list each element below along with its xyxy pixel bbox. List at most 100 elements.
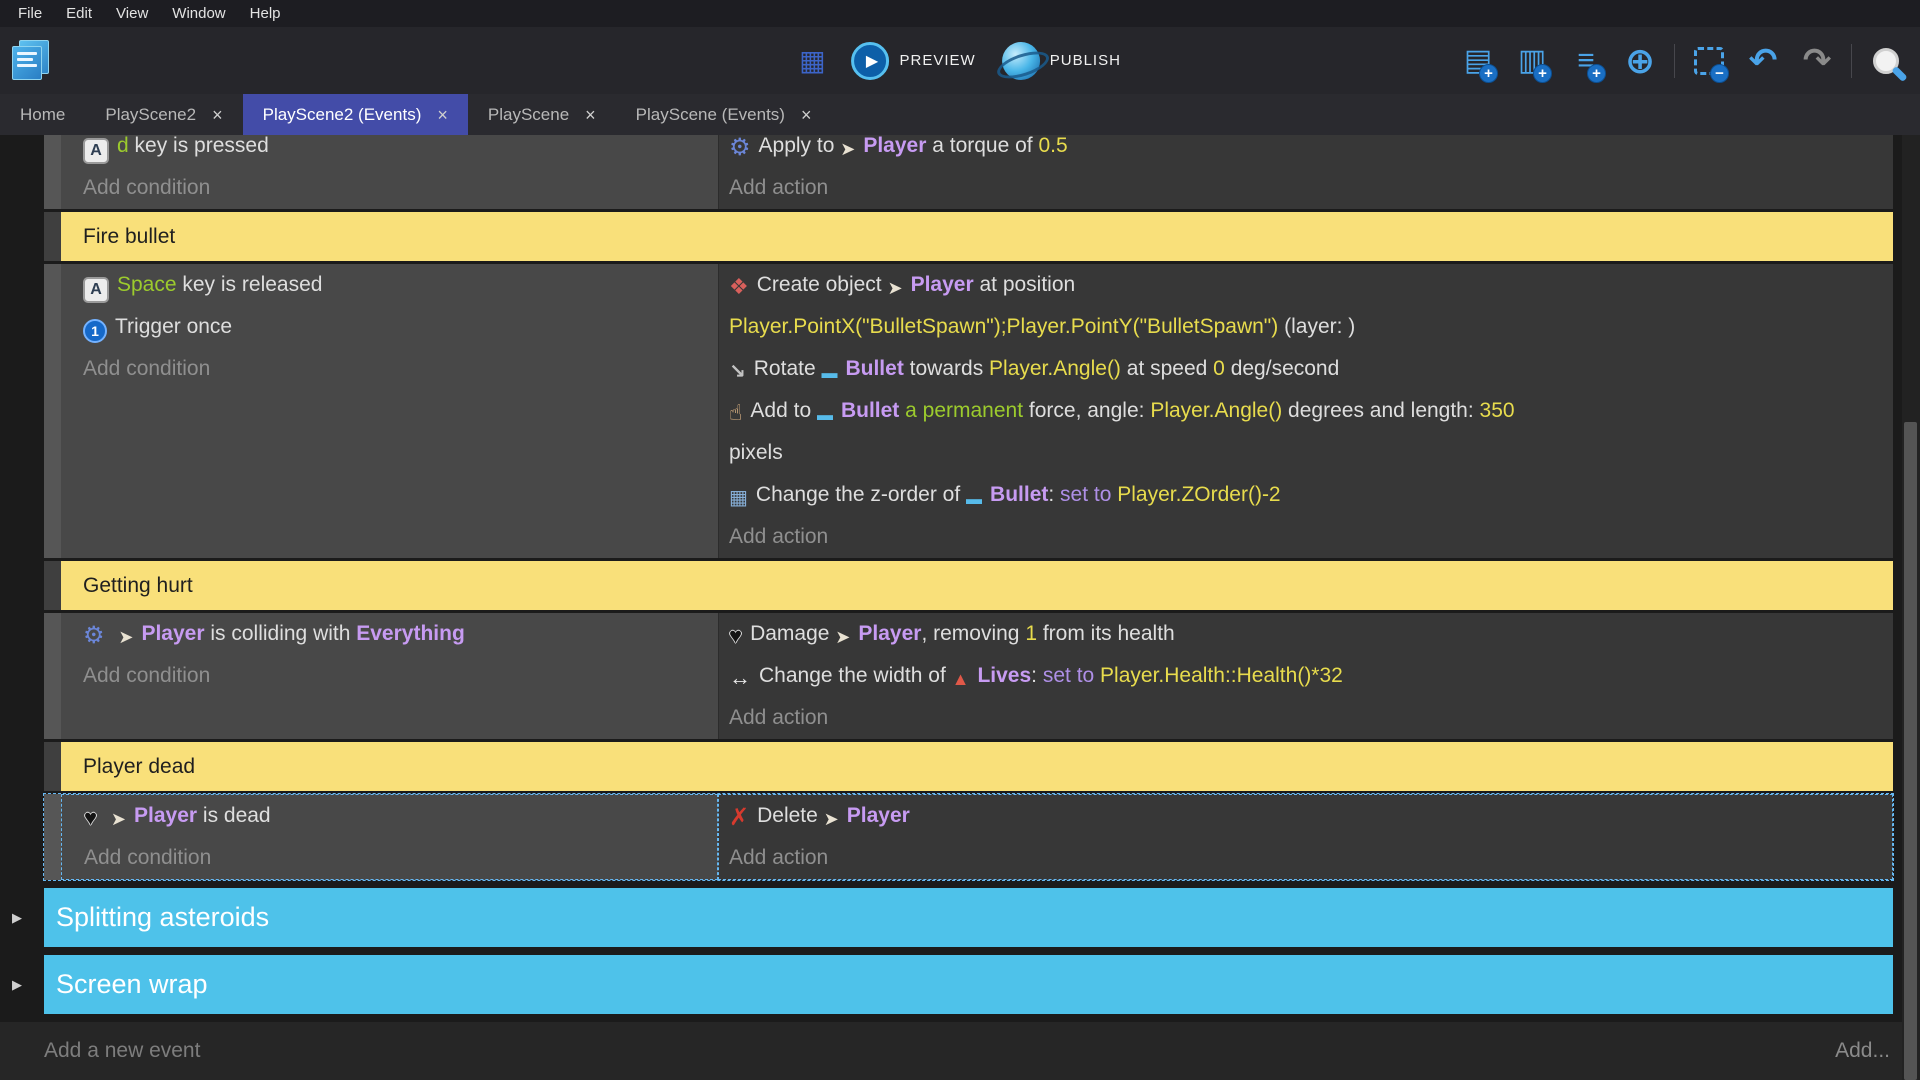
- action-line[interactable]: Player.PointX("BulletSpawn");Player.Poin…: [729, 306, 1893, 348]
- text-segment: at speed: [1121, 357, 1213, 380]
- add-comment-icon[interactable]: ≡ +: [1566, 41, 1606, 81]
- group-label: Player dead: [61, 755, 195, 779]
- action-line[interactable]: ↔Change the width of ▲Lives: set to Play…: [729, 655, 1893, 697]
- tab-close-icon[interactable]: ×: [212, 106, 223, 124]
- action-line[interactable]: pixels: [729, 432, 1893, 474]
- collapse-caret-icon[interactable]: ▶: [12, 910, 22, 926]
- add-new-event-row[interactable]: Add a new event Add...: [0, 1022, 1920, 1080]
- condition-line[interactable]: ♥ ➤Player is dead: [84, 795, 717, 837]
- drag-handle[interactable]: [44, 135, 61, 209]
- text-segment: Rotate: [754, 357, 822, 380]
- add-more-button[interactable]: Add...: [1835, 1039, 1890, 1063]
- add-action-link[interactable]: Add action: [729, 697, 1893, 739]
- add-condition-link[interactable]: Add condition: [83, 348, 718, 390]
- action-line[interactable]: ✗Delete ➤Player: [729, 795, 1892, 837]
- text-segment: set to: [1060, 483, 1117, 506]
- vertical-scrollbar: [1902, 135, 1920, 1080]
- add-condition-link[interactable]: Add condition: [84, 837, 717, 879]
- add-action-link[interactable]: Add action: [729, 167, 1893, 209]
- action-line[interactable]: ❖Create object ➤Player at position: [729, 264, 1893, 306]
- tab-label: Home: [20, 105, 65, 125]
- condition-line[interactable]: Ad key is pressed: [83, 135, 718, 167]
- menu-bar: FileEditViewWindowHelp: [0, 0, 1920, 27]
- text-segment: :: [1048, 483, 1060, 506]
- group-getting-hurt[interactable]: Getting hurt: [44, 561, 1893, 610]
- rotate-icon: ↘: [729, 362, 746, 382]
- debug-icon[interactable]: ▦: [799, 47, 825, 75]
- tab-playscene2[interactable]: PlayScene2×: [85, 94, 242, 135]
- delete-selection-icon[interactable]: −: [1689, 41, 1729, 81]
- bullet-icon: ▬: [966, 492, 982, 508]
- player-icon: ➤: [887, 279, 902, 297]
- action-line[interactable]: ▦Change the z-order of ▬Bullet: set to P…: [729, 474, 1893, 516]
- text-segment: Space: [117, 273, 177, 296]
- tab-playscene-events[interactable]: PlayScene (Events) ×: [616, 94, 832, 135]
- text-segment: :: [1031, 664, 1043, 687]
- add-action-link[interactable]: Add action: [729, 516, 1893, 558]
- add-event-icon[interactable]: ▤ +: [1458, 41, 1498, 81]
- text-segment: is colliding with: [205, 622, 357, 645]
- group-screen-wrap[interactable]: ▶Screen wrap: [44, 955, 1893, 1014]
- collapse-caret-icon[interactable]: ▶: [12, 977, 22, 993]
- event-player-dead: ♥ ➤Player is deadAdd condition ✗Delete ➤P…: [44, 794, 1893, 880]
- tab-playscene2-events[interactable]: PlayScene2 (Events)×: [243, 94, 468, 135]
- group-fire-bullet[interactable]: Fire bullet: [44, 212, 1893, 261]
- menu-item-file[interactable]: File: [6, 0, 54, 27]
- tab-label: PlayScene (Events): [636, 105, 785, 125]
- menu-item-window[interactable]: Window: [160, 0, 237, 27]
- text-segment: Delete: [757, 804, 824, 827]
- tab-home[interactable]: Home: [0, 94, 85, 135]
- conditions-cell: ⚙ ➤Player is colliding with EverythingAd…: [61, 613, 718, 739]
- action-line[interactable]: ↘Rotate ▬Bullet towards Player.Angle() a…: [729, 348, 1893, 390]
- toolbar-separator: [1674, 44, 1675, 78]
- condition-line[interactable]: 1Trigger once: [83, 306, 718, 348]
- menu-item-edit[interactable]: Edit: [54, 0, 104, 27]
- tab-bar: HomePlayScene2×PlayScene2 (Events)×PlayS…: [0, 94, 1920, 135]
- add-something-icon[interactable]: ⊕: [1620, 41, 1660, 81]
- condition-line[interactable]: ⚙ ➤Player is colliding with Everything: [83, 613, 718, 655]
- publish-button[interactable]: PUBLISH: [1002, 42, 1121, 80]
- player-icon: ➤: [824, 810, 839, 828]
- redo-icon[interactable]: ↷: [1797, 41, 1837, 81]
- tab-playscene[interactable]: PlayScene×: [468, 94, 616, 135]
- drag-handle[interactable]: [44, 794, 61, 880]
- scrollbar-thumb[interactable]: [1904, 422, 1917, 1080]
- project-manager-icon[interactable]: [10, 40, 52, 82]
- group-player-dead[interactable]: Player dead: [44, 742, 1893, 791]
- bullet-icon: ▬: [821, 366, 837, 382]
- text-segment: Player: [858, 622, 921, 645]
- tab-close-icon[interactable]: ×: [585, 106, 596, 124]
- drag-handle[interactable]: [44, 613, 61, 739]
- group-label: Splitting asteroids: [44, 902, 269, 933]
- bullet-icon: ▬: [817, 408, 833, 424]
- undo-icon[interactable]: ↶: [1743, 41, 1783, 81]
- action-line[interactable]: ⚙Apply to ➤Player a torque of 0.5: [729, 135, 1893, 167]
- group-handle: [44, 212, 61, 261]
- text-segment: pixels: [729, 441, 783, 464]
- preview-button[interactable]: ▶ PREVIEW: [852, 42, 976, 80]
- action-line[interactable]: ♥Damage ➤Player, removing 1 from its hea…: [729, 613, 1893, 655]
- search-icon[interactable]: [1866, 41, 1906, 81]
- text-segment: Player.PointX("BulletSpawn");Player.Poin…: [729, 315, 1278, 338]
- text-segment: is dead: [197, 804, 271, 827]
- action-line[interactable]: ☝Add to ▬Bullet a permanent force, angle…: [729, 390, 1893, 432]
- menu-item-view[interactable]: View: [104, 0, 160, 27]
- add-subevent-icon[interactable]: ▥ +: [1512, 41, 1552, 81]
- heart-icon: ♥: [729, 625, 742, 647]
- add-action-link[interactable]: Add action: [729, 837, 1892, 879]
- tab-close-icon[interactable]: ×: [801, 106, 812, 124]
- add-condition-link[interactable]: Add condition: [83, 655, 718, 697]
- text-segment: Damage: [750, 622, 835, 645]
- group-band: Fire bullet: [61, 212, 1893, 261]
- condition-line[interactable]: ASpace key is released: [83, 264, 718, 306]
- project-manager-page-front-icon: [12, 46, 42, 80]
- conditions-cell: ASpace key is released1Trigger onceAdd c…: [61, 264, 718, 558]
- tab-close-icon[interactable]: ×: [437, 106, 448, 124]
- publish-globe-icon: [1002, 42, 1040, 80]
- text-segment: Player: [863, 135, 926, 157]
- physics-icon: ⚙: [729, 136, 751, 160]
- menu-item-help[interactable]: Help: [238, 0, 293, 27]
- group-splitting-asteroids[interactable]: ▶Splitting asteroids: [44, 888, 1893, 947]
- add-condition-link[interactable]: Add condition: [83, 167, 718, 209]
- drag-handle[interactable]: [44, 264, 61, 558]
